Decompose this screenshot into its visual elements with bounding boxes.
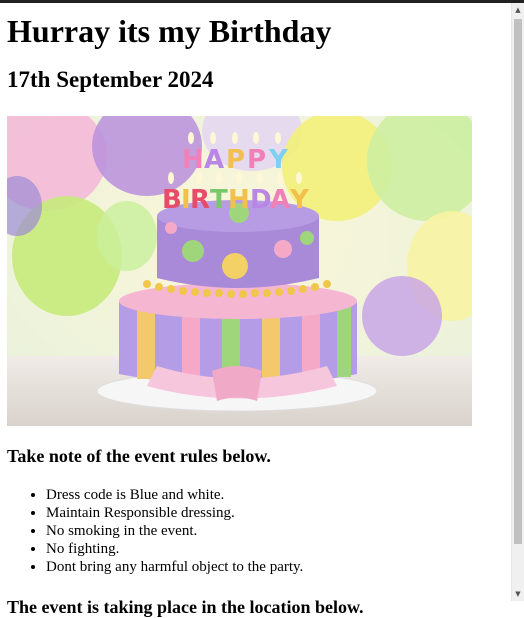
scroll-up-icon[interactable]: ▲ [512,3,524,17]
list-item: Maintain Responsible dressing. [46,504,303,522]
birthday-cake-image: H A P P Y B I R T H D A Y [7,116,472,426]
svg-text:H: H [228,185,250,215]
svg-text:A: A [204,145,224,175]
scroll-down-icon[interactable]: ▼ [512,587,524,601]
list-item: No smoking in the event. [46,522,303,540]
svg-text:P: P [247,145,266,175]
page-content: Hurray its my Birthday 17th September 20… [7,3,507,617]
list-item: No fighting. [46,540,303,558]
rules-heading: Take note of the event rules below. [7,446,271,466]
scrollbar-thumb[interactable] [514,19,522,544]
event-rules-list: Dress code is Blue and white. Maintain R… [7,486,303,576]
vertical-scrollbar[interactable]: ▲ ▼ [511,3,524,601]
svg-text:T: T [210,185,228,215]
svg-text:D: D [250,185,272,215]
svg-text:Y: Y [289,185,310,215]
svg-text:R: R [190,185,210,215]
list-item: Dont bring any harmful object to the par… [46,558,303,576]
location-heading: The event is taking place in the locatio… [7,597,364,617]
svg-text:H: H [182,145,204,175]
svg-text:Y: Y [268,145,289,175]
page-title: Hurray its my Birthday [7,13,332,49]
event-date: 17th September 2024 [7,67,214,92]
svg-text:A: A [270,185,290,215]
list-item: Dress code is Blue and white. [46,486,303,504]
svg-text:B: B [162,185,182,215]
svg-text:P: P [226,145,245,175]
